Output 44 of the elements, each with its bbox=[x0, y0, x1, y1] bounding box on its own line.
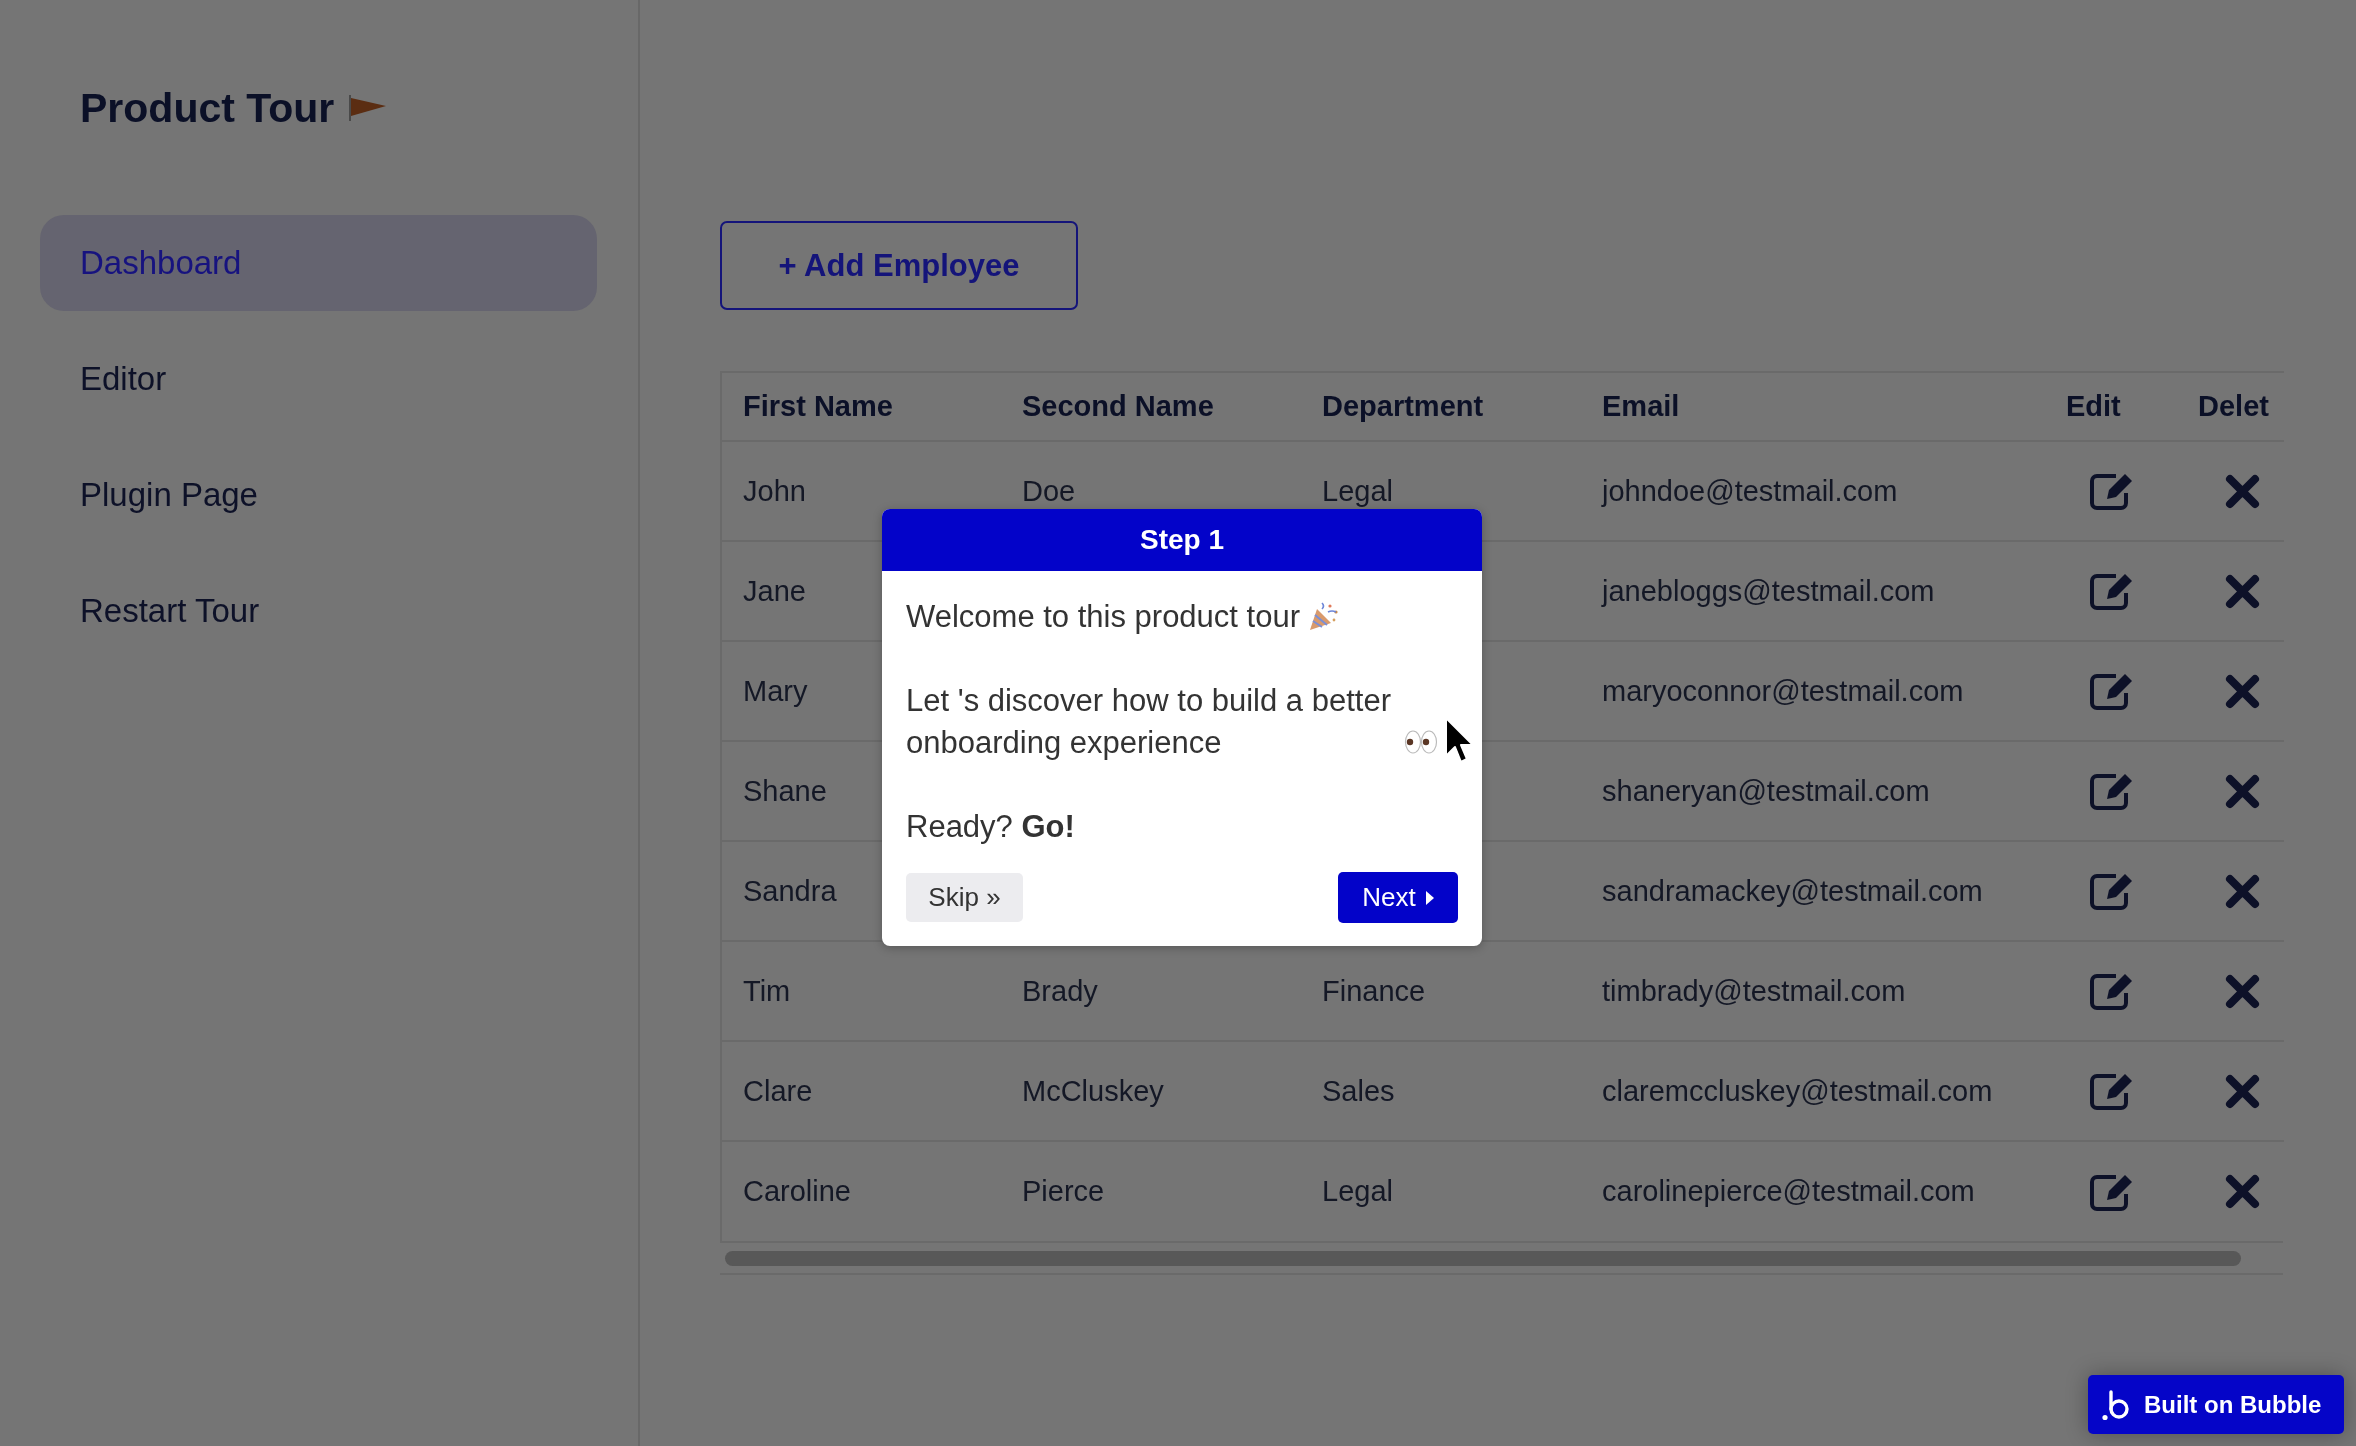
column-header: Email bbox=[1581, 372, 2045, 441]
sidebar-item[interactable]: Restart Tour bbox=[40, 563, 597, 659]
pennant-flag-icon bbox=[348, 94, 387, 122]
sidebar-item[interactable]: Plugin Page bbox=[40, 447, 597, 543]
column-header: Delet bbox=[2177, 372, 2284, 441]
table-cell: Pierce bbox=[1001, 1141, 1301, 1241]
eyes-icon bbox=[1404, 729, 1438, 755]
scrollbar-thumb[interactable] bbox=[725, 1250, 2241, 1266]
table-cell: sandramackey@testmail.com bbox=[1581, 841, 2045, 941]
table-cell: Legal bbox=[1301, 1141, 1581, 1241]
table-cell: claremccluskey@testmail.com bbox=[1581, 1041, 2045, 1141]
delete-x-icon[interactable] bbox=[2225, 1073, 2260, 1109]
table-cell: Sales bbox=[1301, 1041, 1581, 1141]
column-header: Second Name bbox=[1001, 372, 1301, 441]
built-on-badge-link[interactable]: Built on Bubble bbox=[2088, 1375, 2344, 1434]
sidebar-item[interactable]: Editor bbox=[40, 331, 597, 427]
column-header: Department bbox=[1301, 372, 1581, 441]
table-cell: maryoconnor@testmail.com bbox=[1581, 641, 2045, 741]
caret-icon bbox=[1425, 890, 1434, 905]
delete-x-icon[interactable] bbox=[2225, 473, 2260, 509]
delete-x-icon[interactable] bbox=[2225, 1174, 2260, 1209]
table-cell: janebloggs@testmail.com bbox=[1581, 541, 2045, 641]
table-cell: johndoe@testmail.com bbox=[1581, 441, 2045, 541]
party-popper-icon bbox=[1308, 600, 1340, 632]
table-cell: shaneryan@testmail.com bbox=[1581, 741, 2045, 841]
table-cell: McCluskey bbox=[1001, 1041, 1301, 1141]
next-button[interactable]: Next bbox=[1338, 872, 1458, 923]
delete-x-icon[interactable] bbox=[2225, 773, 2260, 809]
delete-x-icon[interactable] bbox=[2225, 973, 2260, 1009]
logo-icon bbox=[2102, 1388, 2130, 1421]
delete-x-icon[interactable] bbox=[2225, 673, 2260, 709]
delete-x-icon[interactable] bbox=[2225, 873, 2260, 909]
skip-button[interactable]: Skip » bbox=[906, 873, 1023, 922]
column-header: First Name bbox=[721, 372, 1001, 441]
table-cell: carolinepierce@testmail.com bbox=[1581, 1141, 2045, 1241]
table-cell: Caroline bbox=[721, 1141, 1001, 1241]
delete-x-icon[interactable] bbox=[2225, 573, 2260, 609]
table-cell: Clare bbox=[721, 1041, 1001, 1141]
popup-header: Step 1 bbox=[882, 509, 1482, 571]
add-employee-button[interactable]: + Add Employee bbox=[720, 221, 1078, 310]
table-cell: timbrady@testmail.com bbox=[1581, 941, 2045, 1041]
column-header: Edit bbox=[2045, 372, 2177, 441]
app-title: Product Tour bbox=[80, 84, 335, 132]
sidebar-item[interactable]: Dashboard bbox=[40, 215, 597, 311]
